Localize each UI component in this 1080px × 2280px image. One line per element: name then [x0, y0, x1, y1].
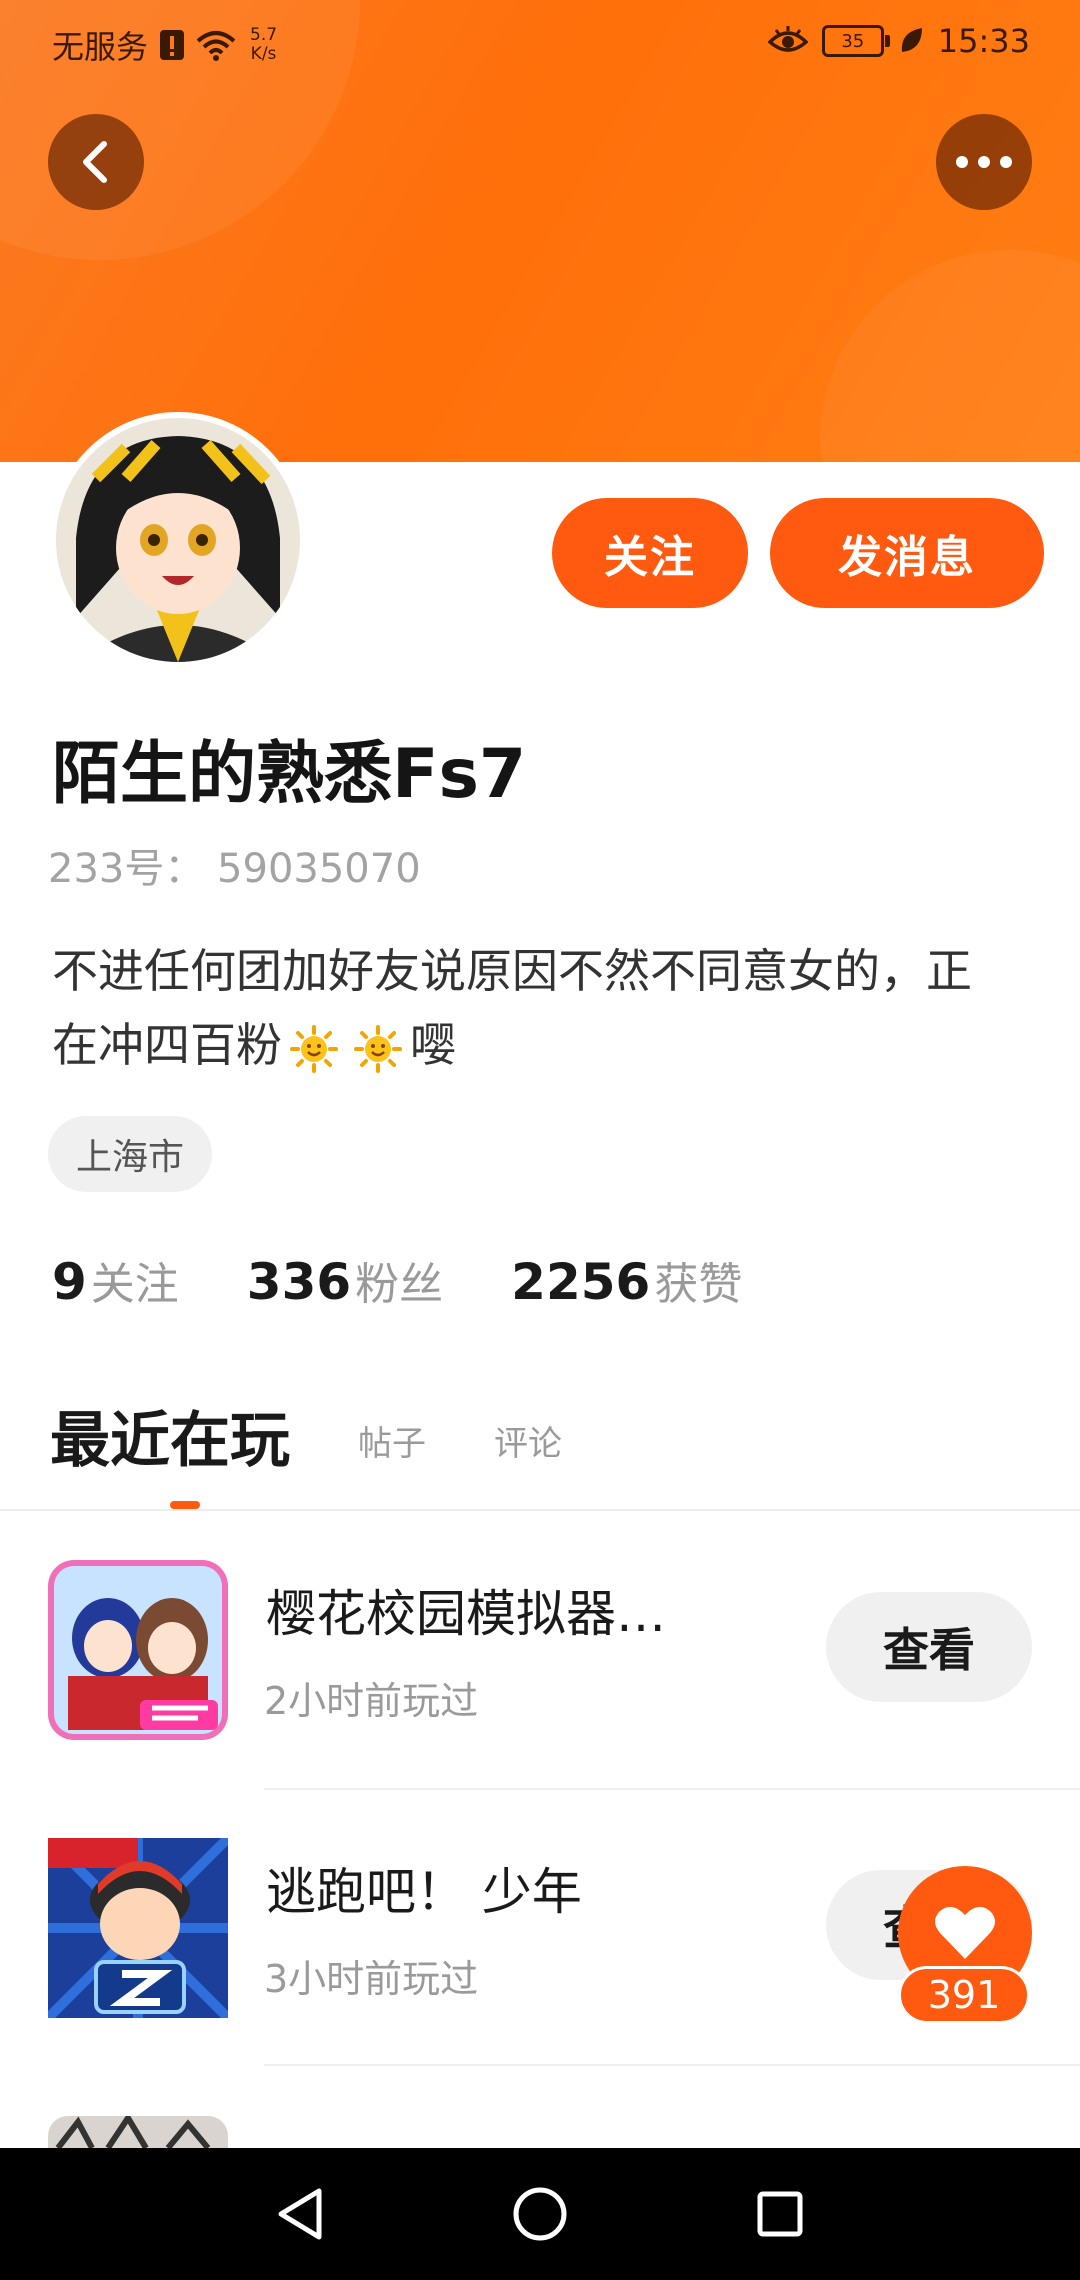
- username: 陌生的熟悉Fs7: [52, 735, 527, 814]
- following-count: 9: [52, 1253, 87, 1311]
- speed-value: 5.7: [250, 25, 278, 45]
- tab-posts[interactable]: 帖子: [358, 1416, 426, 1465]
- active-tab-indicator: [170, 1501, 200, 1509]
- game-icon: [48, 2116, 228, 2148]
- back-arrow-icon: [83, 141, 107, 183]
- leaf-icon: [901, 28, 922, 52]
- back-button[interactable]: [48, 114, 144, 210]
- likes-label: 获赞: [654, 1259, 743, 1310]
- followers-count: 336: [246, 1253, 352, 1311]
- heart-icon: [935, 1906, 995, 1959]
- sun-emoji-icon: [290, 1024, 338, 1073]
- followers-label: 粉丝: [355, 1259, 444, 1310]
- clock-text: 15:33: [937, 22, 1030, 60]
- more-options-button[interactable]: [936, 114, 1032, 210]
- nav-home-icon: [513, 2187, 567, 2241]
- game-title: 樱花校园模拟器…: [266, 1585, 666, 1643]
- eye-comfort-icon: [767, 26, 808, 52]
- bio: 不进任何团加好友说原因不然不同意女的，正在冲四百粉 嘤: [52, 934, 1012, 1082]
- wifi-icon: [196, 31, 236, 61]
- tab-comments[interactable]: 评论: [494, 1416, 562, 1465]
- likes-stat[interactable]: 2256 获赞: [511, 1248, 742, 1312]
- likes-count: 2256: [511, 1253, 651, 1311]
- nav-recents-icon: [757, 2191, 803, 2237]
- profile-tabs: 最近在玩 帖子 评论: [50, 1392, 630, 1512]
- nav-recents-button[interactable]: [745, 2179, 815, 2249]
- row-divider: [264, 1788, 1080, 1790]
- nav-back-icon: [278, 2188, 322, 2240]
- view-game-button[interactable]: 查看: [826, 1592, 1032, 1702]
- list-item[interactable]: [0, 2116, 1080, 2148]
- followers-stat[interactable]: 336 粉丝: [247, 1248, 443, 1312]
- list-item[interactable]: 樱花校园模拟器… 2小时前玩过 查看: [0, 1560, 1080, 1740]
- location-tag: 上海市: [48, 1116, 213, 1192]
- nav-back-button[interactable]: [265, 2179, 335, 2249]
- status-bar: 无服务 5.7 K/s 35 15:33: [0, 0, 1080, 92]
- like-count-badge: 391: [898, 1966, 1030, 2024]
- carrier-text: 无服务: [52, 28, 149, 66]
- game-icon: [48, 1838, 228, 2018]
- more-dots-icon: [956, 156, 1012, 168]
- speed-unit: K/s: [250, 44, 277, 64]
- profile-stats: 9 关注 336 粉丝 2256 获赞: [52, 1248, 810, 1312]
- follow-button[interactable]: 关注: [552, 498, 748, 608]
- avatar[interactable]: [50, 412, 306, 668]
- status-left: 无服务 5.7 K/s: [52, 22, 277, 68]
- game-title: 逃跑吧！ 少年: [266, 1863, 582, 1921]
- battery-level: 35: [841, 30, 865, 52]
- game-icon-partial: [48, 2116, 228, 2148]
- last-played-time: 3小时前玩过: [264, 1957, 479, 2001]
- bio-text-end: 嘤: [410, 1018, 456, 1072]
- game-icon-sakura: [48, 1560, 228, 1740]
- banner-decoration: [820, 250, 1080, 462]
- game-icon: [48, 1560, 228, 1740]
- sun-emoji-icon: [354, 1024, 402, 1073]
- tab-recently-played[interactable]: 最近在玩: [50, 1392, 290, 1479]
- following-stat[interactable]: 9 关注: [52, 1248, 179, 1312]
- status-right: 35 15:33: [767, 22, 1030, 60]
- alert-sim-icon: [160, 30, 185, 60]
- row-divider: [264, 2064, 1080, 2066]
- game-icon-run: [48, 1838, 228, 2018]
- network-speed: 5.7 K/s: [250, 26, 277, 64]
- following-label: 关注: [90, 1259, 179, 1310]
- send-message-button[interactable]: 发消息: [770, 498, 1044, 608]
- user-id: 233号： 59035070: [48, 846, 421, 892]
- last-played-time: 2小时前玩过: [264, 1679, 479, 1723]
- battery-icon: 35: [821, 25, 890, 57]
- avatar-image: [56, 418, 300, 662]
- bio-text: 不进任何团加好友说原因不然不同意女的，正在冲四百粉: [52, 944, 972, 1072]
- profile-header-banner: 无服务 5.7 K/s 35 15:33: [0, 0, 1080, 462]
- nav-home-button[interactable]: [505, 2179, 575, 2249]
- tabs-divider: [0, 1509, 1080, 1511]
- system-nav-bar: [0, 2148, 1080, 2280]
